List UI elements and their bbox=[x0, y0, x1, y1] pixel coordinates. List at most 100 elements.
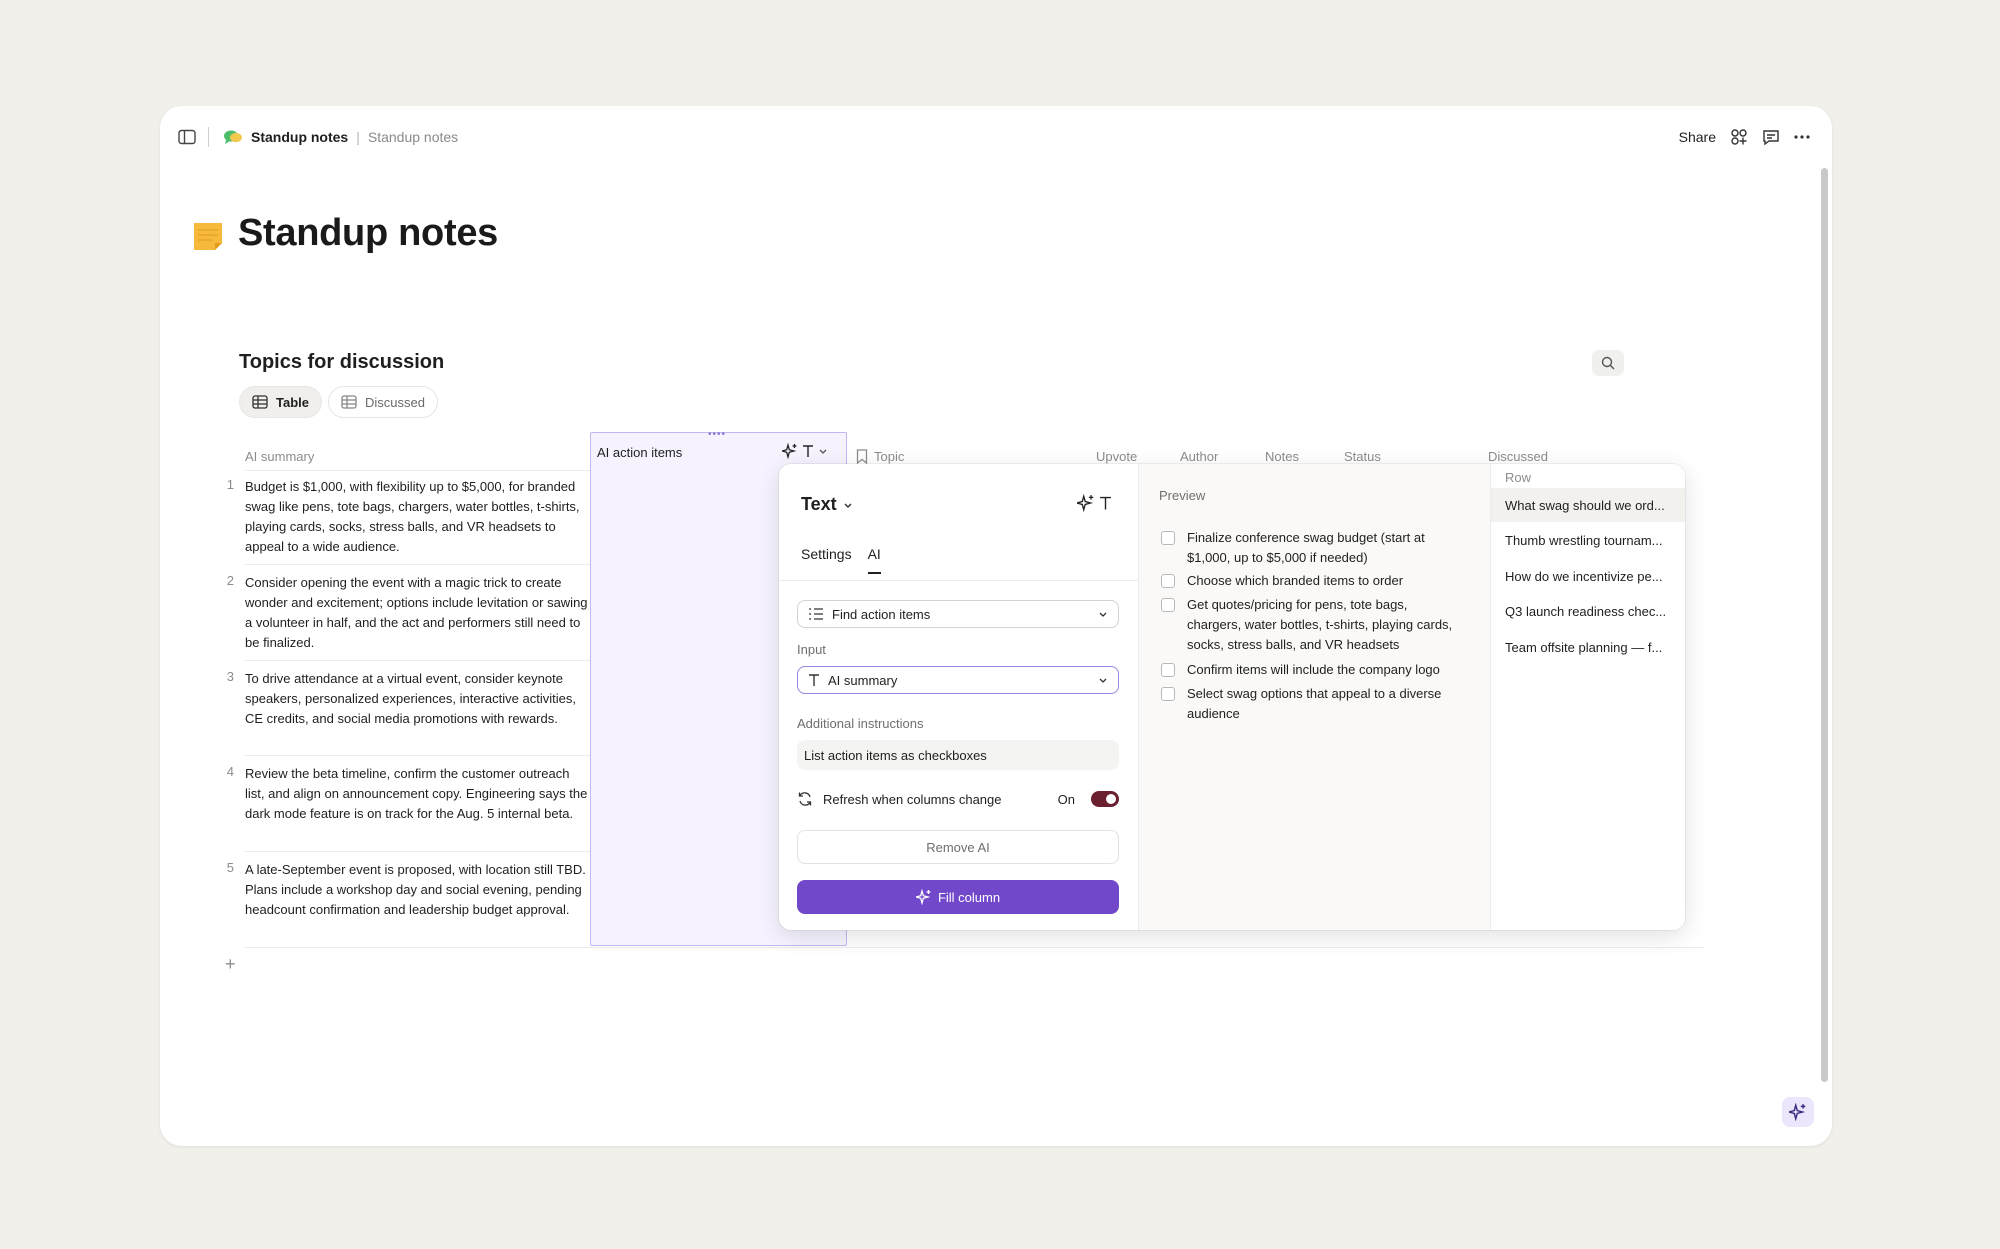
ai-assistant-button[interactable] bbox=[1782, 1097, 1814, 1127]
property-type-label: Text bbox=[801, 494, 837, 514]
instructions-label: Additional instructions bbox=[797, 716, 924, 731]
ai-summary-cell[interactable]: Budget is $1,000, with flexibility up to… bbox=[245, 477, 590, 557]
add-row-button[interactable]: + bbox=[225, 954, 236, 975]
speech-bubbles-icon bbox=[223, 129, 243, 145]
text-type-icon bbox=[802, 444, 814, 458]
popover-tabs: Settings AI bbox=[801, 546, 881, 574]
divider bbox=[208, 127, 209, 147]
breadcrumb-separator: | bbox=[356, 129, 360, 145]
preview-panel: Preview Finalize conference swag budget … bbox=[1139, 464, 1491, 930]
preview-row-item[interactable]: How do we incentivize pe... bbox=[1491, 559, 1685, 593]
ai-summary-cell[interactable]: Consider opening the event with a magic … bbox=[245, 573, 590, 653]
checkbox[interactable] bbox=[1161, 598, 1175, 612]
view-tab-discussed[interactable]: Discussed bbox=[328, 386, 438, 418]
table-icon bbox=[252, 395, 268, 409]
preview-item-text: Select swag options that appeal to a div… bbox=[1187, 686, 1442, 721]
checkbox[interactable] bbox=[1161, 663, 1175, 677]
search-button[interactable] bbox=[1592, 350, 1624, 376]
row-number: 3 bbox=[226, 669, 234, 684]
preview-checkbox-item: Choose which branded items to order bbox=[1159, 571, 1459, 591]
preview-checkbox-item: Select swag options that appeal to a div… bbox=[1159, 684, 1459, 724]
apps-grid-icon[interactable] bbox=[1730, 128, 1748, 146]
preview-label: Preview bbox=[1159, 488, 1206, 503]
chevron-down-icon bbox=[1098, 675, 1108, 685]
preview-row-item[interactable]: Team offsite planning — f... bbox=[1491, 630, 1685, 664]
divider bbox=[245, 755, 590, 756]
checkbox[interactable] bbox=[1161, 687, 1175, 701]
preview-item-text: Get quotes/pricing for pens, tote bags, … bbox=[1187, 597, 1453, 652]
ai-column-popover: Text Settings AI Find action items Input… bbox=[779, 464, 1685, 930]
sticky-note-icon[interactable] bbox=[193, 221, 223, 251]
divider bbox=[245, 564, 590, 565]
column-type-indicator[interactable] bbox=[782, 443, 828, 459]
scrollbar[interactable] bbox=[1821, 168, 1828, 1082]
tab-settings[interactable]: Settings bbox=[801, 546, 852, 574]
divider bbox=[245, 470, 590, 471]
refresh-icon bbox=[797, 791, 813, 807]
column-header-ai-summary[interactable]: AI summary bbox=[245, 442, 314, 470]
preview-checkbox-item: Get quotes/pricing for pens, tote bags, … bbox=[1159, 595, 1459, 655]
app-window: Standup notes | Standup notes Share Stan… bbox=[160, 106, 1832, 1146]
checkbox[interactable] bbox=[1161, 574, 1175, 588]
view-tab-label: Discussed bbox=[365, 394, 425, 410]
text-type-icon bbox=[1099, 495, 1112, 511]
row-label: Row bbox=[1505, 470, 1532, 485]
preview-row-item[interactable]: Q3 launch readiness chec... bbox=[1491, 594, 1685, 628]
checklist-icon bbox=[808, 607, 824, 621]
chevron-down-icon bbox=[843, 500, 853, 510]
comment-icon[interactable] bbox=[1762, 128, 1780, 146]
ai-summary-cell[interactable]: A late-September event is proposed, with… bbox=[245, 860, 590, 920]
breadcrumb-page[interactable]: Standup notes bbox=[251, 129, 348, 145]
preview-checkbox-item: Finalize conference swag budget (start a… bbox=[1159, 528, 1459, 568]
breadcrumb-subpage[interactable]: Standup notes bbox=[368, 129, 458, 145]
tab-ai[interactable]: AI bbox=[867, 546, 881, 574]
bookmark-icon bbox=[856, 448, 868, 464]
preview-item-text: Choose which branded items to order bbox=[1187, 573, 1404, 588]
refresh-label: Refresh when columns change bbox=[823, 791, 1002, 807]
ai-summary-cell[interactable]: Review the beta timeline, confirm the cu… bbox=[245, 764, 590, 824]
preview-row-item[interactable]: What swag should we ord... bbox=[1491, 488, 1685, 522]
divider bbox=[245, 947, 1705, 948]
row-number: 2 bbox=[226, 573, 234, 588]
fill-column-label: Fill column bbox=[937, 889, 1001, 905]
share-button[interactable]: Share bbox=[1679, 129, 1716, 145]
ai-action-select[interactable]: Find action items bbox=[797, 600, 1119, 628]
ai-action-value: Find action items bbox=[832, 606, 931, 622]
column-header-label: AI action items bbox=[597, 444, 683, 460]
preview-row-item[interactable]: Thumb wrestling tournam... bbox=[1491, 523, 1685, 557]
more-icon[interactable] bbox=[1794, 135, 1810, 139]
input-label: Input bbox=[797, 642, 826, 657]
ai-text-type-indicator bbox=[1077, 494, 1112, 512]
ai-sparkle-icon bbox=[915, 889, 932, 905]
checkbox[interactable] bbox=[1161, 531, 1175, 545]
property-type-select[interactable]: Text bbox=[801, 494, 853, 515]
divider bbox=[245, 851, 590, 852]
preview-item-text: Finalize conference swag budget (start a… bbox=[1187, 530, 1425, 565]
text-type-icon bbox=[808, 673, 820, 687]
input-column-select[interactable]: AI summary bbox=[797, 666, 1119, 694]
row-number: 1 bbox=[226, 477, 234, 492]
database-title[interactable]: Topics for discussion bbox=[239, 351, 444, 374]
ai-summary-cell[interactable]: To drive attendance at a virtual event, … bbox=[245, 669, 590, 729]
top-bar: Standup notes | Standup notes Share bbox=[160, 106, 1832, 166]
refresh-setting: Refresh when columns change On bbox=[797, 786, 1119, 812]
sidebar-toggle-icon[interactable] bbox=[178, 129, 196, 145]
top-actions: Share bbox=[1679, 124, 1810, 150]
ai-sparkle-icon bbox=[782, 443, 798, 459]
row-number: 4 bbox=[226, 764, 234, 779]
preview-checkbox-item: Confirm items will include the company l… bbox=[1159, 660, 1459, 680]
remove-ai-button[interactable]: Remove AI bbox=[797, 830, 1119, 864]
divider bbox=[245, 660, 590, 661]
view-tab-table[interactable]: Table bbox=[239, 386, 322, 418]
refresh-state: On bbox=[1057, 791, 1075, 807]
instructions-input[interactable]: List action items as checkboxes bbox=[797, 740, 1119, 770]
fill-column-button[interactable]: Fill column bbox=[797, 880, 1119, 914]
page-title[interactable]: Standup notes bbox=[238, 212, 498, 255]
preview-row-list: Row What swag should we ord... Thumb wre… bbox=[1491, 464, 1685, 930]
refresh-toggle[interactable] bbox=[1091, 791, 1119, 807]
table-icon bbox=[341, 395, 357, 409]
breadcrumb: Standup notes | Standup notes bbox=[178, 124, 458, 150]
input-column-value: AI summary bbox=[828, 672, 898, 688]
popover-settings-panel: Text Settings AI Find action items Input… bbox=[779, 464, 1139, 930]
chevron-down-icon bbox=[1098, 609, 1108, 619]
